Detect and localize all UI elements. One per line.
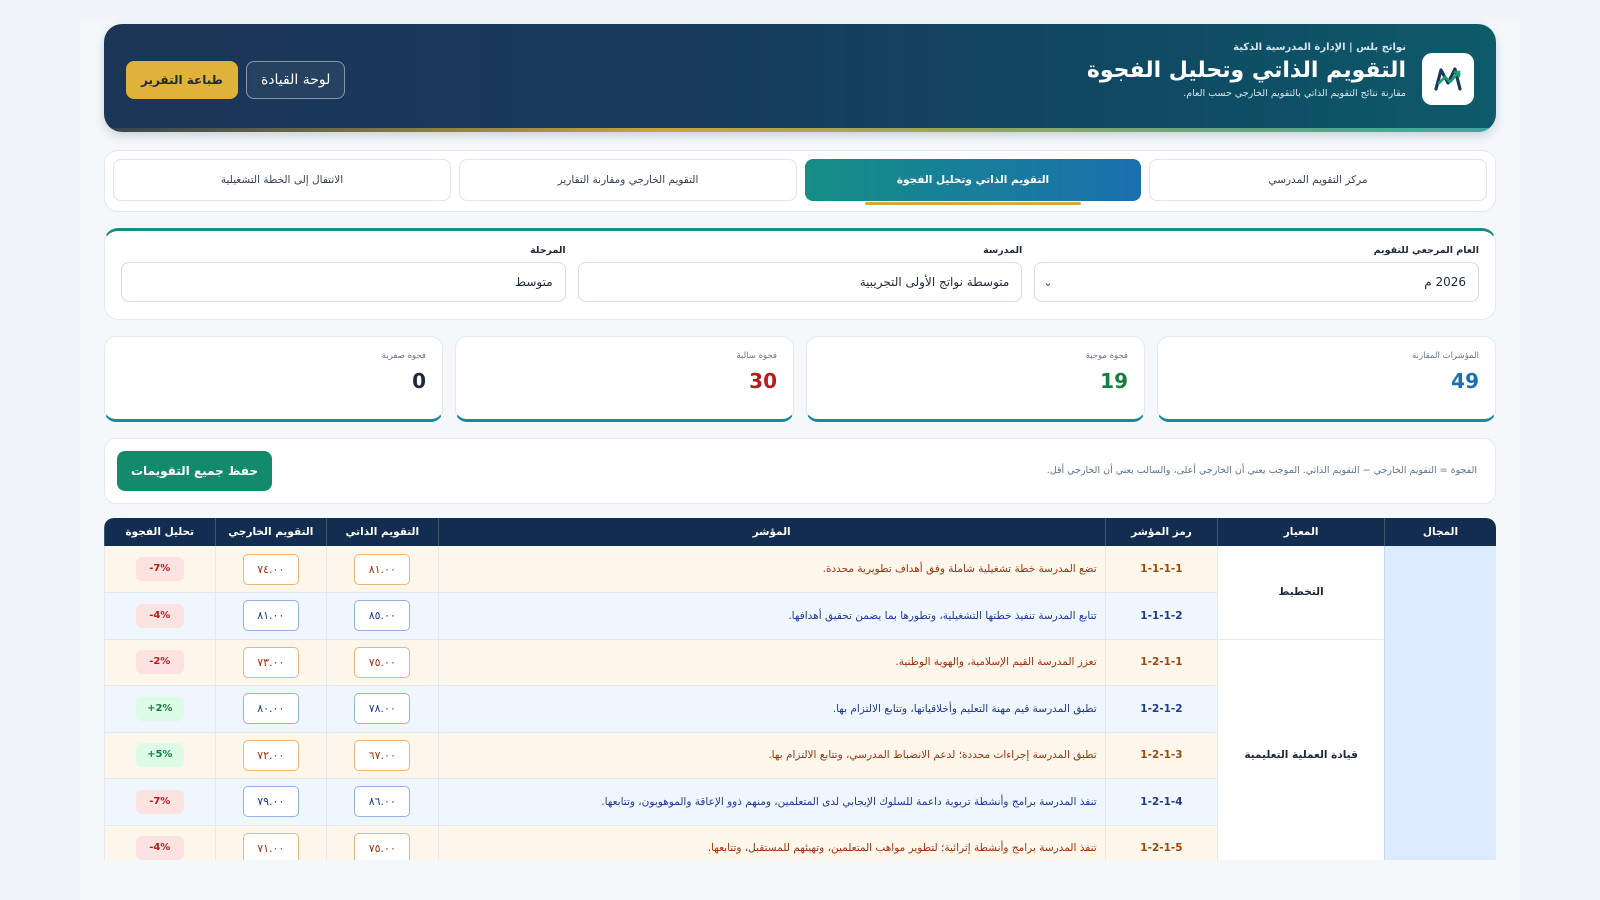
stat-label: فجوة صفرية [381, 351, 426, 361]
tab-operational-plan[interactable]: الانتقال إلى الخطة التشغيلية [113, 159, 451, 201]
header-subtitle: نواتج بلس | الإدارة المدرسية الذكية [1233, 42, 1406, 53]
stat-label: فجوة موجبة [1085, 351, 1128, 361]
tabs-bar: مركز التقويم المدرسي التقويم الذاتي وتحل… [104, 150, 1496, 212]
external-score-input[interactable]: ٧٩.٠٠ [242, 786, 299, 818]
indicator-text: تضع المدرسة خطة تشغيلية شاملة وفق أهداف … [437, 546, 1106, 593]
domain-cell [1383, 546, 1496, 860]
header-self-evaluation: التقويم الذاتي [326, 518, 439, 546]
stat-value: 19 [1100, 369, 1128, 393]
self-score-input[interactable]: ٧٥.٠٠ [354, 646, 411, 678]
indicator-code: 1-2-1-3 [1104, 732, 1218, 779]
external-score-input[interactable]: ٧١.٠٠ [242, 832, 299, 860]
tab-external-evaluation[interactable]: التقويم الخارجي ومقارنة التقارير [459, 159, 797, 201]
page-container: نواتج بلس | الإدارة المدرسية الذكية التق… [104, 24, 1496, 860]
indicator-text: تنفذ المدرسة برامج وأنشطة تربوية داعمة ل… [437, 778, 1106, 826]
school-field: المدرسة متوسطة نواتج الأولى التجريبية [577, 245, 1023, 319]
gap-badge: -4% [135, 603, 184, 628]
header-indicator: المؤشر [437, 518, 1106, 546]
year-select[interactable]: 2026 م ⌄ [1034, 262, 1479, 302]
stage-value: متوسط [514, 275, 553, 289]
school-value: متوسطة نواتج الأولى التجريبية [859, 275, 1010, 289]
self-score-input[interactable]: ٦٧.٠٠ [354, 739, 411, 771]
indicator-text: تنفذ المدرسة برامج وأنشطة إثرائية؛ لتطوي… [437, 825, 1106, 860]
year-label: العام المرجعي للتقويم [1373, 245, 1479, 256]
indicator-text: تطبق المدرسة إجراءات محددة؛ لدعم الانضبا… [437, 732, 1106, 779]
standard-cell: قيادة العملية التعليمية [1217, 639, 1385, 860]
stat-card-compared: المؤشرات المقارنة 49 [1157, 336, 1496, 422]
save-all-evaluations-button[interactable]: حفظ جميع التقويمات [117, 451, 273, 491]
stat-card-negative-gap: فجوة سالبة 30 [455, 336, 794, 422]
stage-label: المرحلة [530, 245, 566, 256]
indicator-code: 1-2-1-1 [1104, 639, 1218, 686]
tab-self-evaluation-gap[interactable]: التقويم الذاتي وتحليل الفجوة [805, 159, 1141, 205]
indicator-code: 1-2-1-2 [1104, 685, 1218, 733]
year-field: العام المرجعي للتقويم 2026 م ⌄ [1034, 245, 1479, 319]
gap-badge: +2% [135, 696, 184, 721]
standard-cell: التخطيط [1217, 546, 1385, 640]
gap-badge: -7% [135, 557, 184, 581]
app-logo[interactable] [1422, 53, 1474, 105]
year-value: 2026 م [1424, 275, 1466, 289]
external-score-input[interactable]: ٧٢.٠٠ [242, 739, 299, 771]
gap-badge: -2% [135, 650, 184, 675]
logo-icon [1434, 67, 1462, 91]
stat-value: 0 [412, 369, 426, 393]
indicator-code: 1-2-1-4 [1104, 778, 1218, 826]
indicator-code: 1-2-1-5 [1104, 825, 1218, 860]
header-domain: المجال [1383, 518, 1496, 546]
evaluation-table: المجال المعيار رمز المؤشر المؤشر التقويم… [104, 518, 1496, 860]
external-score-input[interactable]: ٨٠.٠٠ [242, 693, 299, 725]
table-header-row: المجال المعيار رمز المؤشر المؤشر التقويم… [104, 518, 1496, 546]
header-external-evaluation: التقويم الخارجي [214, 518, 327, 546]
school-label: المدرسة [983, 245, 1023, 256]
school-input[interactable]: متوسطة نواتج الأولى التجريبية [577, 262, 1023, 302]
self-score-input[interactable]: ٨٦.٠٠ [354, 786, 411, 818]
stat-label: المؤشرات المقارنة [1412, 351, 1479, 361]
page-description: مقارنة نتائج التقويم الذاتي بالتقويم الخ… [1183, 88, 1406, 99]
chevron-down-icon: ⌄ [1043, 275, 1053, 289]
external-score-input[interactable]: ٧٤.٠٠ [242, 553, 299, 585]
indicator-text: تعزز المدرسة القيم الإسلامية، والهوية ال… [437, 639, 1106, 686]
table-row: قيادة العملية التعليمية 1-2-1-1 تعزز الم… [104, 639, 1497, 860]
table-row: التخطيط 1-1-1-1 تضع المدرسة خطة تشغيلية … [104, 546, 1496, 860]
tab-evaluation-center[interactable]: مركز التقويم المدرسي [1149, 159, 1487, 201]
external-score-input[interactable]: ٨١.٠٠ [242, 600, 299, 632]
indicator-text: تتابع المدرسة تنفيذ خطتها التشغيلية، وتط… [437, 592, 1106, 640]
header-text: نواتج بلس | الإدارة المدرسية الذكية التق… [1087, 42, 1406, 99]
self-score-input[interactable]: ٧٨.٠٠ [354, 693, 411, 725]
self-score-input[interactable]: ٧٥.٠٠ [354, 832, 411, 860]
gap-badge: -4% [135, 836, 184, 860]
print-report-button[interactable]: طباعة التقرير [126, 61, 238, 99]
stage-input[interactable]: متوسط [120, 262, 566, 302]
self-score-input[interactable]: ٨١.٠٠ [354, 553, 411, 585]
stat-value: 30 [749, 369, 777, 393]
dashboard-button[interactable]: لوحة القيادة [245, 61, 346, 99]
gap-formula-note: الفجوة = التقويم الخارجي − التقويم الذات… [1046, 465, 1477, 476]
indicator-code: 1-1-1-1 [1104, 546, 1218, 593]
self-score-input[interactable]: ٨٥.٠٠ [354, 600, 411, 632]
page-header: نواتج بلس | الإدارة المدرسية الذكية التق… [104, 24, 1496, 132]
gap-badge: -7% [135, 789, 184, 814]
stat-card-positive-gap: فجوة موجبة 19 [806, 336, 1145, 422]
external-score-input[interactable]: ٧٣.٠٠ [242, 646, 299, 678]
stats-row: المؤشرات المقارنة 49 فجوة موجبة 19 فجوة … [104, 336, 1496, 422]
page-title: التقويم الذاتي وتحليل الفجوة [1086, 58, 1406, 83]
indicator-code: 1-1-1-2 [1104, 592, 1218, 640]
stat-card-zero-gap: فجوة صفرية 0 [104, 336, 443, 422]
indicator-text: تطبق المدرسة قيم مهنة التعليم وأخلاقياته… [437, 685, 1106, 733]
evaluation-table-container: المجال المعيار رمز المؤشر المؤشر التقويم… [104, 518, 1496, 860]
gap-badge: +5% [135, 743, 184, 768]
header-gap-analysis: تحليل الفجوة [104, 518, 216, 546]
stage-field: المرحلة متوسط [120, 245, 566, 319]
action-bar: الفجوة = التقويم الخارجي − التقويم الذات… [104, 438, 1496, 504]
filters-panel: العام المرجعي للتقويم 2026 م ⌄ المدرسة م… [104, 228, 1496, 320]
header-actions: طباعة التقرير لوحة القيادة [126, 61, 346, 99]
stat-value: 49 [1451, 369, 1479, 393]
header-code: رمز المؤشر [1104, 518, 1218, 546]
header-standard: المعيار [1217, 518, 1385, 546]
stat-label: فجوة سالبة [736, 351, 777, 361]
